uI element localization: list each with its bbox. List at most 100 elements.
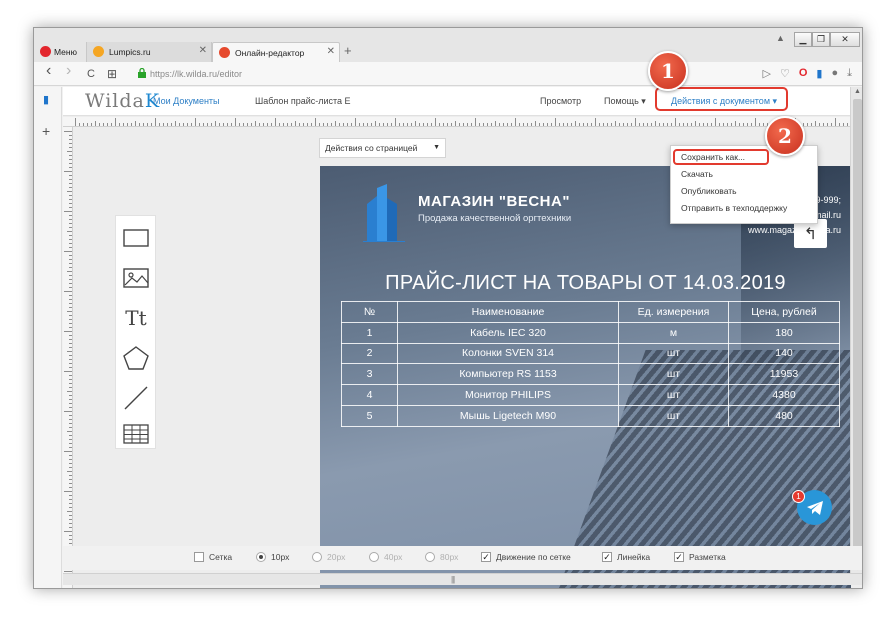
close-icon[interactable]: ✕ [327, 46, 335, 57]
ruler-option[interactable]: ✓ Линейка [602, 552, 650, 562]
step-40-option[interactable]: 40px [369, 552, 402, 562]
page-actions-dropdown[interactable]: Действия со страницей ▼ [319, 138, 446, 158]
price-table[interactable]: № Наименование Ед. измерения Цена, рубле… [341, 301, 840, 427]
close-icon[interactable]: ✕ [199, 45, 207, 56]
ruler-tick [587, 123, 588, 126]
ruler-tick [69, 535, 72, 536]
help-menu[interactable]: Помощь ▾ [604, 96, 646, 107]
wilda-logo[interactable]: WildaK [85, 90, 160, 112]
ruler-tick [343, 123, 344, 126]
back-button[interactable]: ‹ [46, 63, 51, 79]
ruler-tick [347, 123, 348, 126]
shop-title[interactable]: МАГАЗИН "ВЕСНА" [418, 193, 570, 210]
horizontal-scrollbar[interactable]: ||| [63, 573, 862, 585]
ruler-tick [64, 291, 72, 292]
ruler-tick [64, 411, 72, 412]
snap-to-grid-option[interactable]: ✓ Движение по сетке [481, 552, 571, 562]
speed-dial-button[interactable]: ⊞ [107, 67, 117, 81]
tab-opera-menu[interactable]: Меню [34, 42, 86, 62]
ruler-tick [247, 123, 248, 126]
ruler-tick [91, 123, 92, 126]
tab-online-editor[interactable]: Онлайн-редактор ✕ [212, 42, 340, 62]
table-header-cell: Ед. измерения [618, 301, 729, 323]
ruler-tick [64, 451, 72, 452]
ruler-tick [69, 399, 72, 400]
ruler-tick [67, 471, 72, 472]
preview-link[interactable]: Просмотр [540, 96, 581, 106]
scrollbar-thumb[interactable] [853, 99, 862, 569]
ruler-tick [95, 121, 96, 126]
document-canvas[interactable]: МАГАЗИН "ВЕСНА" Продажа качественной орг… [320, 166, 851, 588]
ruler-checkbox[interactable]: ✓ [602, 552, 612, 562]
wilda-app-icon[interactable]: ▮ [43, 93, 49, 106]
scrollbar-grip-icon[interactable]: ||| [451, 575, 455, 584]
ruler-tick [647, 123, 648, 126]
grid-checkbox[interactable] [194, 552, 204, 562]
new-tab-button[interactable]: + [344, 43, 352, 58]
ruler-tick [555, 118, 556, 126]
markup-option[interactable]: ✓ Разметка [674, 552, 726, 562]
forward-button[interactable]: › [66, 63, 71, 79]
ruler-tick [69, 375, 72, 376]
image-tool-icon[interactable] [122, 264, 150, 292]
caret-down-icon: ▼ [433, 144, 440, 151]
ruler-tick [255, 121, 256, 126]
menu-item-download[interactable]: Скачать [681, 169, 713, 179]
pentagon-tool-icon[interactable] [122, 344, 150, 372]
radio-10px[interactable] [256, 552, 266, 562]
ruler-tick [171, 123, 172, 126]
send-icon[interactable]: ▷ [763, 67, 771, 80]
ruler-tick [671, 123, 672, 126]
ruler-tick [211, 123, 212, 126]
add-icon[interactable]: + [42, 123, 50, 139]
snap-checkbox[interactable]: ✓ [481, 552, 491, 562]
shop-logo-icon [363, 184, 405, 242]
ruler-tick [431, 123, 432, 126]
radio-80px[interactable] [425, 552, 435, 562]
table-cell: Компьютер RS 1153 [397, 363, 619, 386]
opera-extension-icon[interactable]: O [799, 67, 808, 80]
scroll-up-icon[interactable]: ▲ [854, 88, 861, 95]
step-10-option[interactable]: 10px [256, 552, 289, 562]
line-tool-icon[interactable] [122, 384, 150, 412]
radio-20px[interactable] [312, 552, 322, 562]
close-window-button[interactable]: ✕ [830, 32, 860, 47]
tab-lumpics[interactable]: Lumpics.ru ✕ [86, 42, 212, 62]
ruler-tick [691, 123, 692, 126]
ruler-tick [367, 123, 368, 126]
markup-checkbox[interactable]: ✓ [674, 552, 684, 562]
step-20-option[interactable]: 20px [312, 552, 345, 562]
price-list-heading[interactable]: ПРАЙС-ЛИСТ НА ТОВАРЫ ОТ 14.03.2019 [320, 272, 851, 295]
heart-icon[interactable]: ♡ [780, 67, 790, 80]
ruler-tick [399, 123, 400, 126]
table-tool-icon[interactable] [122, 420, 150, 448]
ruler-tick [819, 123, 820, 126]
menu-item-send-support[interactable]: Отправить в техподдержку [681, 203, 787, 213]
ruler-tick [223, 123, 224, 126]
ruler-tick [159, 123, 160, 126]
maximize-button[interactable]: ❐ [812, 32, 830, 47]
text-tool-icon[interactable]: Tt [122, 304, 150, 332]
ruler-tick [69, 395, 72, 396]
shop-subtitle[interactable]: Продажа качественной оргтехники [418, 213, 571, 224]
vpn-icon[interactable]: ● [831, 67, 838, 80]
ruler-tick [163, 123, 164, 126]
tab-menu-icon[interactable]: ▲ [776, 33, 785, 43]
radio-40px[interactable] [369, 552, 379, 562]
ruler-tick [207, 123, 208, 126]
grid-option[interactable]: Сетка [194, 552, 232, 562]
vertical-scrollbar[interactable]: ▲ ▼ [850, 87, 862, 573]
rectangle-tool-icon[interactable] [122, 224, 150, 252]
table-cell: 2 [341, 342, 398, 365]
menu-item-save-as[interactable]: Сохранить как... [681, 152, 745, 162]
ruler-tick [69, 519, 72, 520]
reload-button[interactable]: C [87, 67, 95, 81]
download-icon[interactable]: ⤓ [847, 67, 852, 80]
my-documents-link[interactable]: Мои Документы [153, 96, 220, 106]
ruler-tick [67, 191, 72, 192]
wilda-extension-icon[interactable]: ▮ [816, 67, 822, 80]
menu-item-publish[interactable]: Опубликовать [681, 186, 737, 196]
minimize-button[interactable]: ▁ [794, 32, 812, 47]
ruler-tick [69, 295, 72, 296]
step-80-option[interactable]: 80px [425, 552, 458, 562]
